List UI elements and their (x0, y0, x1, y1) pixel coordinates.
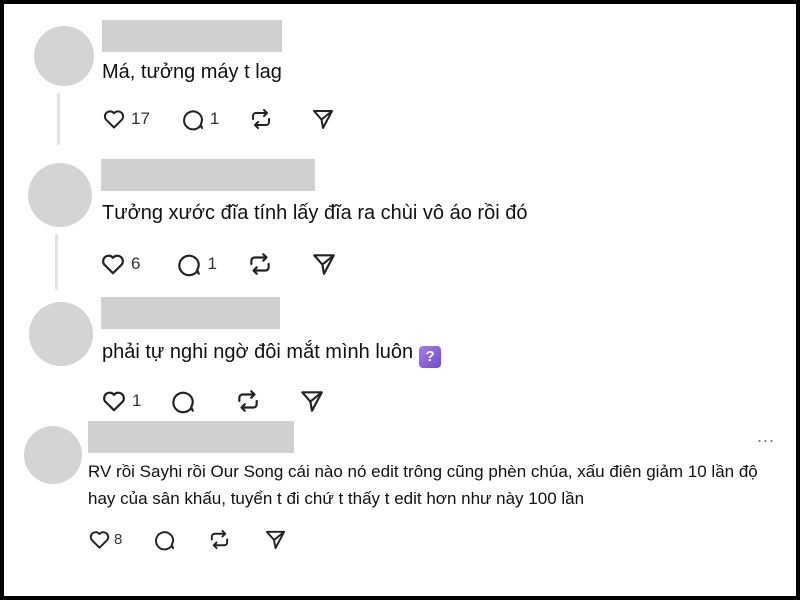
like-count: 1 (132, 391, 142, 410)
comment-actions: 8 (88, 528, 287, 551)
like-button[interactable]: 17 (102, 107, 150, 131)
reply-button[interactable] (170, 388, 196, 414)
avatar[interactable] (34, 26, 94, 86)
username-redacted[interactable] (101, 297, 280, 329)
repost-icon (247, 251, 273, 277)
comment-text: phải tự nghi ngờ đôi mắt mình luôn? (102, 341, 442, 368)
like-button[interactable]: 1 (101, 388, 141, 414)
reply-count: 1 (207, 254, 217, 273)
like-button[interactable]: 6 (100, 251, 140, 277)
share-button[interactable] (311, 251, 337, 277)
speech-bubble-icon (181, 107, 205, 131)
reply-count: 1 (209, 109, 220, 128)
comment-thread: Má, tưởng máy t lag 17 1 Tưởng xước đĩa … (0, 0, 800, 600)
username-redacted[interactable] (102, 20, 282, 52)
reply-button[interactable] (153, 528, 176, 551)
username-redacted[interactable] (88, 421, 294, 453)
comment-text-content: phải tự nghi ngờ đôi mắt mình luôn (102, 341, 414, 363)
share-button[interactable] (311, 107, 335, 131)
repost-button[interactable] (247, 251, 273, 277)
thread-line (57, 93, 60, 145)
repost-icon (249, 107, 273, 131)
reply-button[interactable]: 1 (176, 251, 217, 277)
comment-actions: 1 (101, 388, 325, 414)
repost-icon (235, 388, 261, 414)
avatar[interactable] (24, 426, 82, 484)
heart-icon (102, 107, 126, 131)
comment-actions: 6 1 (100, 251, 337, 277)
heart-icon (100, 251, 126, 277)
share-button[interactable] (299, 388, 325, 414)
avatar[interactable] (29, 302, 93, 366)
send-icon (311, 251, 337, 277)
heart-icon (101, 388, 127, 414)
repost-button[interactable] (249, 107, 273, 131)
like-button[interactable]: 8 (88, 528, 122, 551)
send-icon (299, 388, 325, 414)
send-icon (311, 107, 335, 131)
thread-line (55, 234, 58, 290)
comment-actions: 17 1 (102, 107, 335, 131)
avatar[interactable] (28, 163, 92, 227)
comment-text: RV rồi Sayhi rồi Our Song cái nào nó edi… (88, 462, 758, 508)
more-options-icon[interactable]: ... (757, 426, 775, 447)
send-icon (264, 528, 287, 551)
share-button[interactable] (264, 528, 287, 551)
repost-icon (208, 528, 231, 551)
reply-button[interactable]: 1 (181, 107, 219, 131)
repost-button[interactable] (208, 528, 231, 551)
speech-bubble-icon (153, 528, 176, 551)
heart-icon (88, 528, 111, 551)
like-count: 8 (114, 531, 123, 548)
repost-button[interactable] (235, 388, 261, 414)
like-count: 6 (131, 254, 141, 273)
question-emoji-icon: ? (419, 345, 442, 368)
speech-bubble-icon (170, 388, 196, 414)
comment-text: Má, tưởng máy t lag (102, 61, 282, 83)
username-redacted[interactable] (101, 159, 315, 191)
speech-bubble-icon (176, 251, 202, 277)
comment-text: Tưởng xước đĩa tính lấy đĩa ra chùi vô á… (102, 202, 528, 224)
like-count: 17 (131, 109, 150, 128)
